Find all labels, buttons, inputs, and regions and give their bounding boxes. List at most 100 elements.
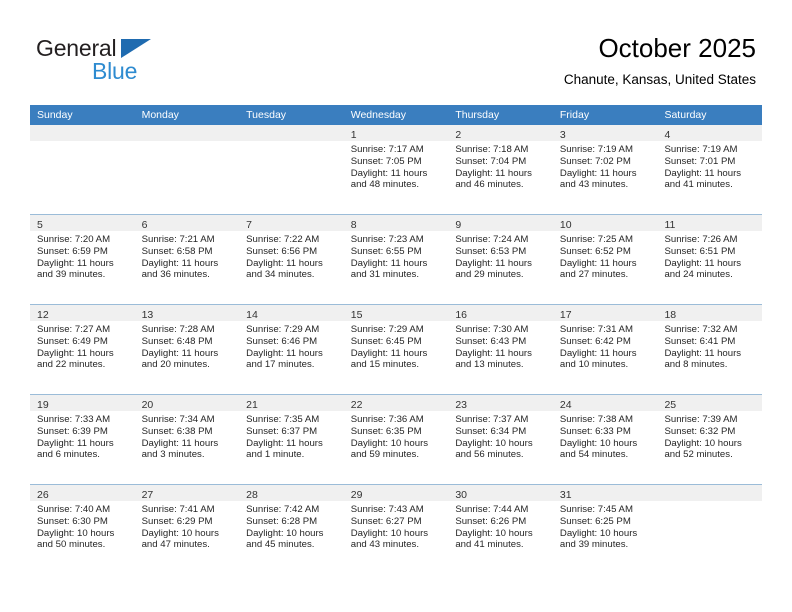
sunrise-time: Sunrise: 7:29 AM	[350, 324, 424, 335]
calendar-day-cell[interactable]: 27 Sunrise: 7:41 AM Sunset: 6:29 PM Dayligh…	[134, 485, 240, 575]
day-details: Sunrise: 7:24 AM Sunset: 6:53 PM Daylight:…	[448, 231, 553, 281]
calendar-week-row: 26 Sunrise: 7:40 AM Sunset: 6:30 PM Dayligh…	[30, 485, 763, 575]
daylight-duration-line2: and 48 minutes.	[350, 179, 420, 191]
calendar-day-cell[interactable]: 23 Sunrise: 7:37 AM Sunset: 6:34 PM Dayligh…	[448, 395, 553, 484]
sunset-time: Sunset: 6:33 PM	[559, 425, 631, 437]
calendar-day-cell[interactable]: 21 Sunrise: 7:35 AM Sunset: 6:37 PM Dayligh…	[239, 395, 344, 484]
day-details: Sunrise: 7:28 AM Sunset: 6:48 PM Daylight:…	[135, 321, 240, 371]
date-band: 15	[343, 305, 449, 321]
sunrise-time: Sunrise: 7:34 AM	[141, 414, 215, 425]
calendar-day-cell[interactable]: 24 Sunrise: 7:38 AM Sunset: 6:33 PM Dayligh…	[552, 395, 658, 484]
daylight-duration-line2: and 39 minutes.	[559, 539, 629, 551]
day-number: 9	[455, 219, 462, 231]
calendar-day-cell[interactable]: 4 Sunrise: 7:19 AM Sunset: 7:01 PM Daylight…	[657, 125, 763, 214]
daylight-duration-line1: Daylight: 11 hours	[559, 347, 637, 359]
sunrise-time: Sunrise: 7:42 AM	[246, 504, 320, 515]
day-number: 29	[350, 489, 363, 501]
daylight-duration-line1: Daylight: 10 hours	[559, 437, 638, 449]
calendar-day-cell[interactable]: 22 Sunrise: 7:36 AM Sunset: 6:35 PM Dayligh…	[343, 395, 449, 484]
daylight-duration-line2: and 31 minutes.	[350, 269, 420, 281]
calendar-day-cell[interactable]: 10 Sunrise: 7:25 AM Sunset: 6:52 PM Dayligh…	[552, 215, 658, 304]
calendar-day-cell[interactable]: 9 Sunrise: 7:24 AM Sunset: 6:53 PM Daylight…	[448, 215, 553, 304]
calendar-day-cell-empty	[657, 485, 763, 575]
day-details: Sunrise: 7:29 AM Sunset: 6:45 PM Daylight:…	[344, 321, 449, 371]
calendar-day-cell[interactable]: 20 Sunrise: 7:34 AM Sunset: 6:38 PM Dayligh…	[134, 395, 240, 484]
calendar-day-cell[interactable]: 31 Sunrise: 7:45 AM Sunset: 6:25 PM Dayligh…	[552, 485, 658, 575]
calendar-day-cell[interactable]: 28 Sunrise: 7:42 AM Sunset: 6:28 PM Dayligh…	[239, 485, 344, 575]
calendar-day-cell[interactable]: 1 Sunrise: 7:17 AM Sunset: 7:05 PM Daylight…	[343, 125, 449, 214]
day-details: Sunrise: 7:23 AM Sunset: 6:55 PM Daylight:…	[344, 231, 449, 281]
calendar-day-cell[interactable]: 18 Sunrise: 7:32 AM Sunset: 6:41 PM Dayligh…	[657, 305, 763, 394]
sunset-time: Sunset: 6:48 PM	[141, 335, 213, 347]
date-band: 21	[239, 395, 344, 411]
date-band: 26	[30, 485, 135, 501]
calendar-day-cell[interactable]: 15 Sunrise: 7:29 AM Sunset: 6:45 PM Dayligh…	[343, 305, 449, 394]
calendar-day-cell[interactable]: 19 Sunrise: 7:33 AM Sunset: 6:39 PM Dayligh…	[30, 395, 135, 484]
sunset-time: Sunset: 6:55 PM	[350, 245, 422, 257]
date-band: 4	[657, 125, 763, 141]
daylight-duration-line2: and 20 minutes.	[141, 359, 210, 371]
day-number: 27	[141, 489, 154, 501]
daylight-duration-line1: Daylight: 11 hours	[37, 257, 114, 269]
calendar-day-cell[interactable]: 12 Sunrise: 7:27 AM Sunset: 6:49 PM Dayligh…	[30, 305, 135, 394]
calendar-day-cell[interactable]: 17 Sunrise: 7:31 AM Sunset: 6:42 PM Dayligh…	[552, 305, 658, 394]
calendar-day-cell[interactable]: 13 Sunrise: 7:28 AM Sunset: 6:48 PM Dayligh…	[134, 305, 240, 394]
daylight-duration-line1: Daylight: 11 hours	[350, 347, 428, 359]
day-number: 30	[455, 489, 467, 501]
calendar-day-cell[interactable]: 2 Sunrise: 7:18 AM Sunset: 7:04 PM Daylight…	[448, 125, 553, 214]
day-details: Sunrise: 7:19 AM Sunset: 7:01 PM Daylight:…	[657, 141, 762, 191]
day-number: 15	[350, 309, 363, 321]
daylight-duration-line2: and 22 minutes.	[37, 359, 106, 371]
day-number: 31	[559, 489, 572, 501]
daylight-duration-line2: and 43 minutes.	[559, 179, 629, 191]
date-band: 24	[552, 395, 658, 411]
sunset-time: Sunset: 6:30 PM	[37, 515, 108, 527]
calendar-day-cell[interactable]: 8 Sunrise: 7:23 AM Sunset: 6:55 PM Daylight…	[343, 215, 449, 304]
calendar-day-cell[interactable]: 6 Sunrise: 7:21 AM Sunset: 6:58 PM Daylight…	[134, 215, 240, 304]
day-details: Sunrise: 7:26 AM Sunset: 6:51 PM Daylight:…	[657, 231, 762, 281]
calendar-day-cell[interactable]: 3 Sunrise: 7:19 AM Sunset: 7:02 PM Daylight…	[552, 125, 658, 214]
calendar-day-cell[interactable]: 14 Sunrise: 7:29 AM Sunset: 6:46 PM Dayligh…	[239, 305, 344, 394]
date-band: 29	[343, 485, 449, 501]
day-details: Sunrise: 7:42 AM Sunset: 6:28 PM Daylight:…	[239, 501, 344, 551]
sunset-time: Sunset: 6:29 PM	[141, 515, 213, 527]
day-number: 26	[37, 489, 49, 501]
day-details: Sunrise: 7:41 AM Sunset: 6:29 PM Daylight:…	[135, 501, 240, 551]
daylight-duration-line2: and 8 minutes.	[664, 359, 728, 371]
sunset-time: Sunset: 6:27 PM	[350, 515, 422, 527]
date-band: 1	[343, 125, 449, 141]
sunrise-time: Sunrise: 7:39 AM	[664, 414, 738, 425]
sunrise-time: Sunrise: 7:19 AM	[559, 144, 633, 155]
calendar-day-cell[interactable]: 7 Sunrise: 7:22 AM Sunset: 6:56 PM Daylight…	[239, 215, 344, 304]
sunset-time: Sunset: 6:59 PM	[37, 245, 108, 257]
daylight-duration-line1: Daylight: 11 hours	[246, 347, 323, 359]
calendar-day-cell[interactable]: 25 Sunrise: 7:39 AM Sunset: 6:32 PM Dayligh…	[657, 395, 763, 484]
date-band: 8	[343, 215, 449, 231]
weekday-header-monday: Monday	[141, 109, 179, 121]
date-band: 16	[448, 305, 553, 321]
date-band: 28	[239, 485, 344, 501]
calendar-week-row: 5 Sunrise: 7:20 AM Sunset: 6:59 PM Daylight…	[30, 215, 763, 305]
sunset-time: Sunset: 6:43 PM	[455, 335, 527, 347]
daylight-duration-line1: Daylight: 11 hours	[664, 167, 742, 179]
calendar-day-cell[interactable]: 29 Sunrise: 7:43 AM Sunset: 6:27 PM Dayligh…	[343, 485, 449, 575]
daylight-duration-line2: and 13 minutes.	[455, 359, 524, 371]
calendar-day-cell[interactable]: 16 Sunrise: 7:30 AM Sunset: 6:43 PM Dayligh…	[448, 305, 553, 394]
day-details: Sunrise: 7:30 AM Sunset: 6:43 PM Daylight:…	[448, 321, 553, 371]
calendar-day-cell[interactable]: 5 Sunrise: 7:20 AM Sunset: 6:59 PM Daylight…	[30, 215, 135, 304]
calendar-day-cell[interactable]: 30 Sunrise: 7:44 AM Sunset: 6:26 PM Dayligh…	[448, 485, 553, 575]
day-number: 18	[664, 309, 677, 321]
date-band: 3	[552, 125, 658, 141]
day-number: 5	[37, 219, 43, 231]
sunset-time: Sunset: 6:53 PM	[455, 245, 527, 257]
calendar-day-cell[interactable]: 26 Sunrise: 7:40 AM Sunset: 6:30 PM Dayligh…	[30, 485, 135, 575]
sunset-time: Sunset: 6:52 PM	[559, 245, 631, 257]
date-band: 22	[343, 395, 449, 411]
sunrise-time: Sunrise: 7:26 AM	[664, 234, 738, 245]
sunset-time: Sunset: 7:01 PM	[664, 155, 736, 167]
date-band	[657, 485, 763, 501]
day-details: Sunrise: 7:32 AM Sunset: 6:41 PM Daylight:…	[657, 321, 762, 371]
calendar-day-cell[interactable]: 11 Sunrise: 7:26 AM Sunset: 6:51 PM Dayligh…	[657, 215, 763, 304]
daylight-duration-line1: Daylight: 11 hours	[455, 347, 532, 359]
daylight-duration-line1: Daylight: 10 hours	[350, 527, 429, 539]
